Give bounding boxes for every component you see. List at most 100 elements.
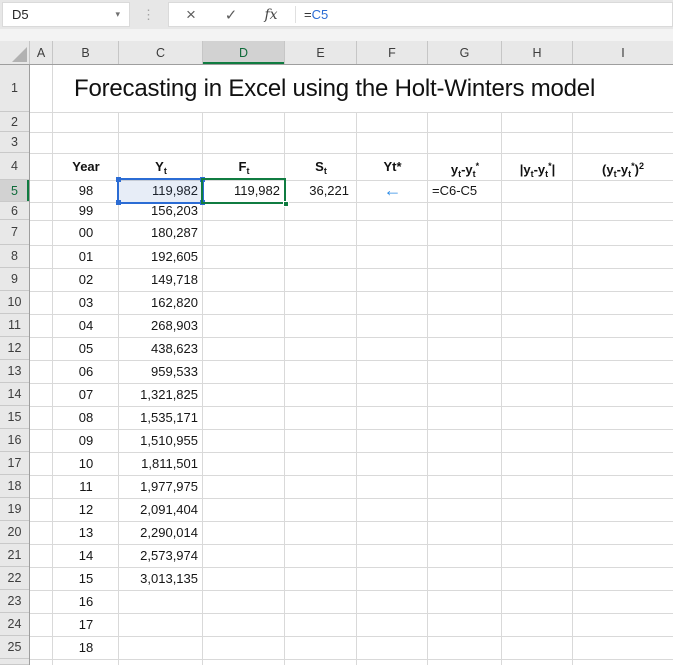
cell-D4-header-ft[interactable]: Ft bbox=[203, 153, 285, 180]
cell-G4-header-diff[interactable]: yt-yt* bbox=[428, 153, 502, 180]
cell-B5[interactable]: 98 bbox=[53, 180, 119, 202]
enter-icon[interactable]: ✓ bbox=[211, 6, 251, 24]
cell-B12[interactable]: 05 bbox=[53, 337, 119, 360]
cell-C22[interactable]: 3,013,135 bbox=[119, 567, 198, 590]
cell-E4-header-st[interactable]: St bbox=[285, 153, 357, 180]
row-header-17[interactable]: 17 bbox=[0, 452, 29, 475]
cell-C9[interactable]: 149,718 bbox=[119, 268, 198, 291]
row-header-3[interactable]: 3 bbox=[0, 132, 29, 153]
formula-input[interactable]: =C5 bbox=[304, 7, 328, 22]
sheet-grid[interactable]: Forecasting in Excel using the Holt-Wint… bbox=[30, 65, 673, 665]
cell-B19[interactable]: 12 bbox=[53, 498, 119, 521]
cell-C15[interactable]: 1,535,171 bbox=[119, 406, 198, 429]
cell-B10[interactable]: 03 bbox=[53, 291, 119, 314]
name-box-dropdown-icon[interactable]: ▾ bbox=[115, 9, 120, 20]
cell-B25[interactable]: 18 bbox=[53, 636, 119, 659]
cell-C14[interactable]: 1,321,825 bbox=[119, 383, 198, 406]
row-header-9[interactable]: 9 bbox=[0, 268, 29, 291]
column-header-I[interactable]: I bbox=[573, 41, 673, 64]
cell-C8[interactable]: 192,605 bbox=[119, 245, 198, 268]
formula-panel: × ✓ fx =C5 bbox=[168, 2, 673, 27]
row-header-22[interactable]: 22 bbox=[0, 567, 29, 590]
cell-C17[interactable]: 1,811,501 bbox=[119, 452, 198, 475]
cell-B4-header-year[interactable]: Year bbox=[53, 153, 119, 180]
cell-C13[interactable]: 959,533 bbox=[119, 360, 198, 383]
cell-B6[interactable]: 99 bbox=[53, 202, 119, 220]
cell-C20[interactable]: 2,290,014 bbox=[119, 521, 198, 544]
cell-B20[interactable]: 13 bbox=[53, 521, 119, 544]
cell-B21[interactable]: 14 bbox=[53, 544, 119, 567]
cell-C21[interactable]: 2,573,974 bbox=[119, 544, 198, 567]
row-header-18[interactable]: 18 bbox=[0, 475, 29, 498]
row-header-23[interactable]: 23 bbox=[0, 590, 29, 613]
column-header-B[interactable]: B bbox=[53, 41, 119, 64]
cell-B11[interactable]: 04 bbox=[53, 314, 119, 337]
row-header-10[interactable]: 10 bbox=[0, 291, 29, 314]
row-header-6[interactable]: 6 bbox=[0, 202, 29, 220]
cell-C5[interactable]: 119,982 bbox=[119, 180, 198, 202]
column-header-F[interactable]: F bbox=[357, 41, 428, 64]
cell-B1-title[interactable]: Forecasting in Excel using the Holt-Wint… bbox=[74, 65, 595, 112]
cell-B22[interactable]: 15 bbox=[53, 567, 119, 590]
cell-B14[interactable]: 07 bbox=[53, 383, 119, 406]
row-header-20[interactable]: 20 bbox=[0, 521, 29, 544]
row-header-16[interactable]: 16 bbox=[0, 429, 29, 452]
cell-B8[interactable]: 01 bbox=[53, 245, 119, 268]
cell-C4-header-yt[interactable]: Yt bbox=[119, 153, 203, 180]
column-header-H[interactable]: H bbox=[502, 41, 573, 64]
row-header-4[interactable]: 4 bbox=[0, 153, 29, 180]
row-header-2[interactable]: 2 bbox=[0, 112, 29, 132]
row-header-11[interactable]: 11 bbox=[0, 314, 29, 337]
row-header-1[interactable]: 1 bbox=[0, 65, 29, 112]
fill-handle[interactable] bbox=[283, 201, 289, 207]
formula-bar-grip-icon: ⋮ bbox=[142, 7, 155, 22]
cell-I4-header-sqdiff[interactable]: (yt-yt*)2 bbox=[573, 153, 673, 180]
cell-B15[interactable]: 08 bbox=[53, 406, 119, 429]
row-header-26[interactable] bbox=[0, 659, 29, 665]
cell-F4-header-ytstar[interactable]: Yt* bbox=[357, 153, 428, 180]
cell-D5[interactable]: 119,982 bbox=[203, 180, 280, 202]
formula-reference: C5 bbox=[311, 7, 329, 22]
cell-C10[interactable]: 162,820 bbox=[119, 291, 198, 314]
cell-G5[interactable]: =C6-C5 bbox=[432, 180, 502, 202]
row-header-7[interactable]: 7 bbox=[0, 220, 29, 245]
cell-B13[interactable]: 06 bbox=[53, 360, 119, 383]
cell-E5[interactable]: 36,221 bbox=[285, 180, 349, 202]
row-header-12[interactable]: 12 bbox=[0, 337, 29, 360]
row-header-5[interactable]: 5 bbox=[0, 180, 29, 202]
column-header-D[interactable]: D bbox=[203, 41, 285, 64]
column-header-G[interactable]: G bbox=[428, 41, 502, 64]
cell-C16[interactable]: 1,510,955 bbox=[119, 429, 198, 452]
column-header-A[interactable]: A bbox=[30, 41, 53, 64]
cell-C19[interactable]: 2,091,404 bbox=[119, 498, 198, 521]
cell-C6[interactable]: 156,203 bbox=[119, 202, 198, 220]
cell-B24[interactable]: 17 bbox=[53, 613, 119, 636]
row-header-21[interactable]: 21 bbox=[0, 544, 29, 567]
column-header-E[interactable]: E bbox=[285, 41, 357, 64]
cancel-icon[interactable]: × bbox=[171, 5, 211, 25]
cell-C18[interactable]: 1,977,975 bbox=[119, 475, 198, 498]
ribbon-gap bbox=[0, 29, 673, 41]
cell-B7[interactable]: 00 bbox=[53, 220, 119, 245]
insert-function-icon[interactable]: fx bbox=[251, 7, 291, 23]
row-header-19[interactable]: 19 bbox=[0, 498, 29, 521]
cell-C11[interactable]: 268,903 bbox=[119, 314, 198, 337]
row-header-8[interactable]: 8 bbox=[0, 245, 29, 268]
cell-B16[interactable]: 09 bbox=[53, 429, 119, 452]
row-header-24[interactable]: 24 bbox=[0, 613, 29, 636]
cell-H4-header-absdiff[interactable]: |yt-yt*| bbox=[502, 153, 573, 180]
row-headers: 1 2 3 4 5 6 7 8 9 10 11 12 13 14 15 16 1… bbox=[0, 65, 30, 665]
cell-B18[interactable]: 11 bbox=[53, 475, 119, 498]
row-header-13[interactable]: 13 bbox=[0, 360, 29, 383]
name-box[interactable]: D5 ▾ bbox=[2, 2, 130, 27]
cell-B9[interactable]: 02 bbox=[53, 268, 119, 291]
cell-C7[interactable]: 180,287 bbox=[119, 220, 198, 245]
cell-C12[interactable]: 438,623 bbox=[119, 337, 198, 360]
cell-B17[interactable]: 10 bbox=[53, 452, 119, 475]
select-all-button[interactable] bbox=[0, 41, 30, 64]
row-header-15[interactable]: 15 bbox=[0, 406, 29, 429]
row-header-25[interactable]: 25 bbox=[0, 636, 29, 659]
column-header-C[interactable]: C bbox=[119, 41, 203, 64]
cell-B23[interactable]: 16 bbox=[53, 590, 119, 613]
row-header-14[interactable]: 14 bbox=[0, 383, 29, 406]
